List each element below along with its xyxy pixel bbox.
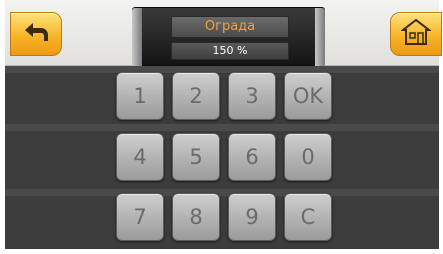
divider: [5, 124, 439, 131]
back-arrow-icon: [23, 21, 49, 47]
key-2[interactable]: 2: [172, 72, 220, 120]
divider: [5, 66, 439, 73]
key-6[interactable]: 6: [228, 133, 276, 181]
top-bar: Ограда 150 %: [5, 0, 442, 67]
screen: Ограда 150 % 1 2 3 OK 4 5 6 0 7 8 9 C: [0, 0, 443, 254]
value-display: 150 %: [171, 42, 289, 60]
key-1[interactable]: 1: [116, 72, 164, 120]
page-title: Ограда: [171, 16, 289, 38]
key-4[interactable]: 4: [116, 133, 164, 181]
key-8[interactable]: 8: [172, 193, 220, 241]
key-5[interactable]: 5: [172, 133, 220, 181]
home-icon: [400, 18, 432, 50]
divider: [5, 189, 439, 196]
key-7[interactable]: 7: [116, 193, 164, 241]
ok-button[interactable]: OK: [284, 72, 332, 120]
back-button[interactable]: [10, 12, 62, 56]
key-0[interactable]: 0: [284, 133, 332, 181]
home-button[interactable]: [390, 12, 442, 56]
key-9[interactable]: 9: [228, 193, 276, 241]
header-panel: Ограда 150 %: [132, 7, 325, 67]
content-area: [5, 66, 439, 249]
clear-button[interactable]: C: [284, 193, 332, 241]
key-3[interactable]: 3: [228, 72, 276, 120]
